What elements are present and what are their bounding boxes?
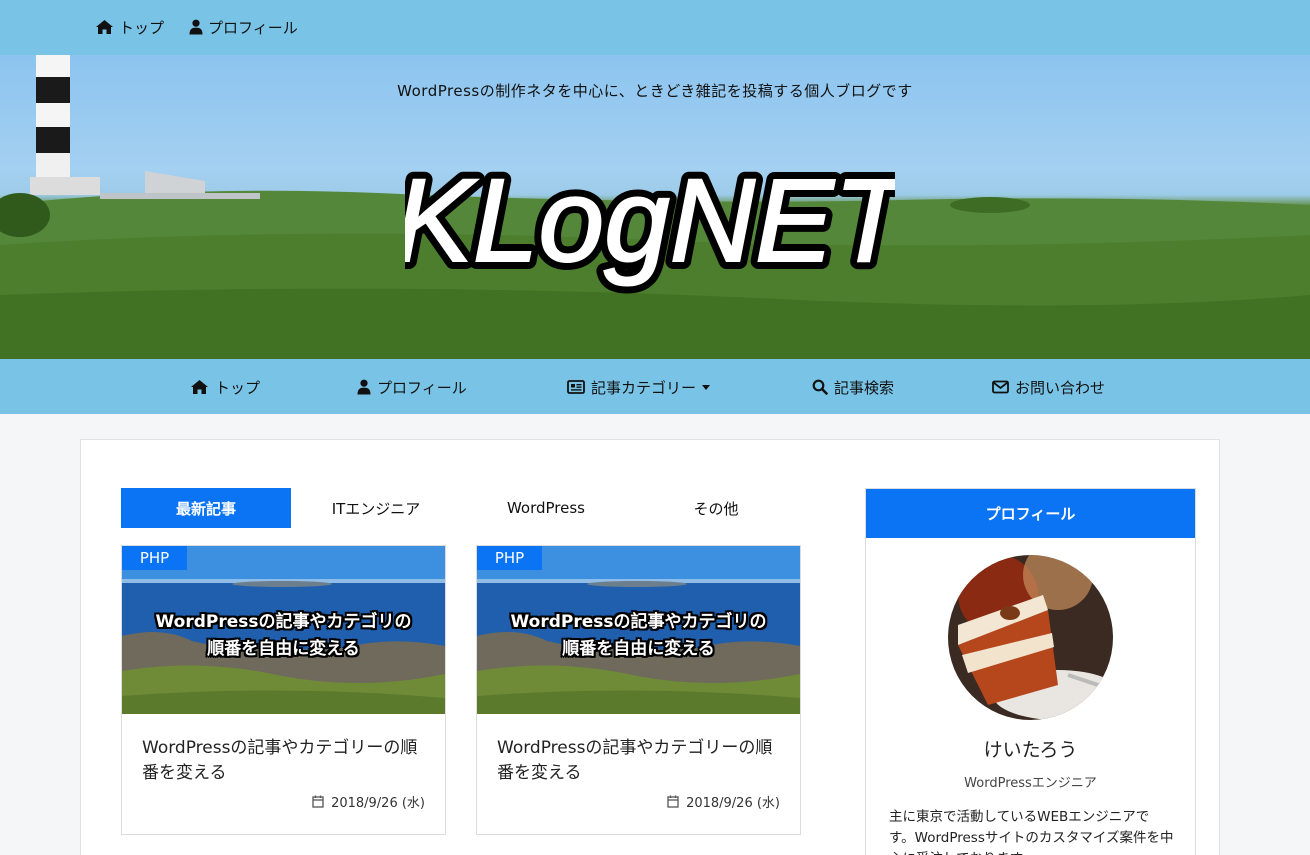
nav-item-label: 記事検索 xyxy=(834,378,895,397)
topbar-item-profile[interactable]: プロフィール xyxy=(189,15,298,39)
chevron-down-icon xyxy=(702,384,711,390)
thumbnail-title-line2: 順番を自由に変える xyxy=(207,639,360,659)
newspaper-icon xyxy=(567,380,585,394)
tab-wordpress[interactable]: WordPress xyxy=(461,488,631,528)
article-date-text: 2018/9/26 (水) xyxy=(686,796,780,811)
user-icon xyxy=(357,379,371,395)
article-tabs: 最新記事 ITエンジニア WordPress その他 xyxy=(121,488,801,528)
nav-item-label: 記事カテゴリー xyxy=(591,378,697,397)
tab-other[interactable]: その他 xyxy=(631,488,801,528)
nav-item-profile[interactable]: プロフィール xyxy=(357,375,467,399)
profile-bio: 主に東京で活動しているWEBエンジニアです。WordPressサイトのカスタマイ… xyxy=(889,809,1174,855)
home-icon xyxy=(96,20,113,34)
article-thumbnail[interactable]: PHP WordPressの記事やカテゴリの 順番を自由に変える xyxy=(122,546,445,714)
search-icon xyxy=(812,379,828,395)
article-card[interactable]: PHP WordPressの記事やカテゴリの 順番を自由に変える WordPre… xyxy=(476,545,801,835)
profile-widget: プロフィール けいたろう WordPressエンジニア 主に東京で活動しているW… xyxy=(865,488,1196,855)
avatar xyxy=(948,555,1113,720)
calendar-icon xyxy=(667,795,679,808)
top-bar: トップ プロフィール xyxy=(0,0,1310,55)
nav-item-label: トップ xyxy=(215,378,261,397)
site-logo[interactable]: KLogNET KLogNET xyxy=(405,143,895,313)
hero-banner: WordPressの制作ネタを中心に、ときどき雑記を投稿する個人ブログです KL… xyxy=(0,55,1310,359)
main-nav: トップ プロフィール 記事カテゴリー 記事検索 お問い合わせ xyxy=(0,359,1310,414)
logo-text: KLogNET xyxy=(405,155,895,287)
topbar-item-top[interactable]: トップ xyxy=(95,15,164,39)
nav-item-contact[interactable]: お問い合わせ xyxy=(992,375,1105,399)
envelope-icon xyxy=(992,380,1009,394)
article-date-text: 2018/9/26 (水) xyxy=(331,796,425,811)
article-date: 2018/9/26 (水) xyxy=(312,792,425,811)
article-thumbnail[interactable]: PHP WordPressの記事やカテゴリの 順番を自由に変える xyxy=(477,546,800,714)
thumbnail-title-line1: WordPressの記事やカテゴリの xyxy=(510,612,767,632)
article-card[interactable]: PHP WordPressの記事やカテゴリの 順番を自由に変える WordPre… xyxy=(121,545,446,835)
profile-heading: プロフィール xyxy=(866,489,1195,538)
user-icon xyxy=(189,19,203,35)
tab-latest[interactable]: 最新記事 xyxy=(121,488,291,528)
nav-item-top[interactable]: トップ xyxy=(190,375,260,399)
tab-it-engineer[interactable]: ITエンジニア xyxy=(291,488,461,528)
site-tagline: WordPressの制作ネタを中心に、ときどき雑記を投稿する個人ブログです xyxy=(397,82,913,100)
category-badge[interactable]: PHP xyxy=(477,546,542,570)
topbar-item-label: トップ xyxy=(119,18,165,37)
article-title[interactable]: WordPressの記事やカテゴリーの順番を変える xyxy=(142,736,427,786)
profile-role: WordPressエンジニア xyxy=(964,776,1097,791)
nav-item-categories[interactable]: 記事カテゴリー xyxy=(567,375,711,399)
profile-name: けいたろう xyxy=(983,739,1078,761)
home-icon xyxy=(191,380,208,394)
calendar-icon xyxy=(312,795,324,808)
thumbnail-title-line2: 順番を自由に変える xyxy=(562,639,715,659)
nav-item-search[interactable]: 記事検索 xyxy=(812,375,894,399)
article-date: 2018/9/26 (水) xyxy=(667,792,780,811)
nav-item-label: お問い合わせ xyxy=(1015,378,1106,397)
content-panel: 最新記事 ITエンジニア WordPress その他 PHP WordPress… xyxy=(80,439,1220,855)
thumbnail-title-line1: WordPressの記事やカテゴリの xyxy=(155,612,412,632)
cake-image xyxy=(948,555,1113,720)
category-badge[interactable]: PHP xyxy=(122,546,187,570)
topbar-item-label: プロフィール xyxy=(208,18,298,37)
nav-item-label: プロフィール xyxy=(377,378,467,397)
article-title[interactable]: WordPressの記事やカテゴリーの順番を変える xyxy=(497,736,782,786)
